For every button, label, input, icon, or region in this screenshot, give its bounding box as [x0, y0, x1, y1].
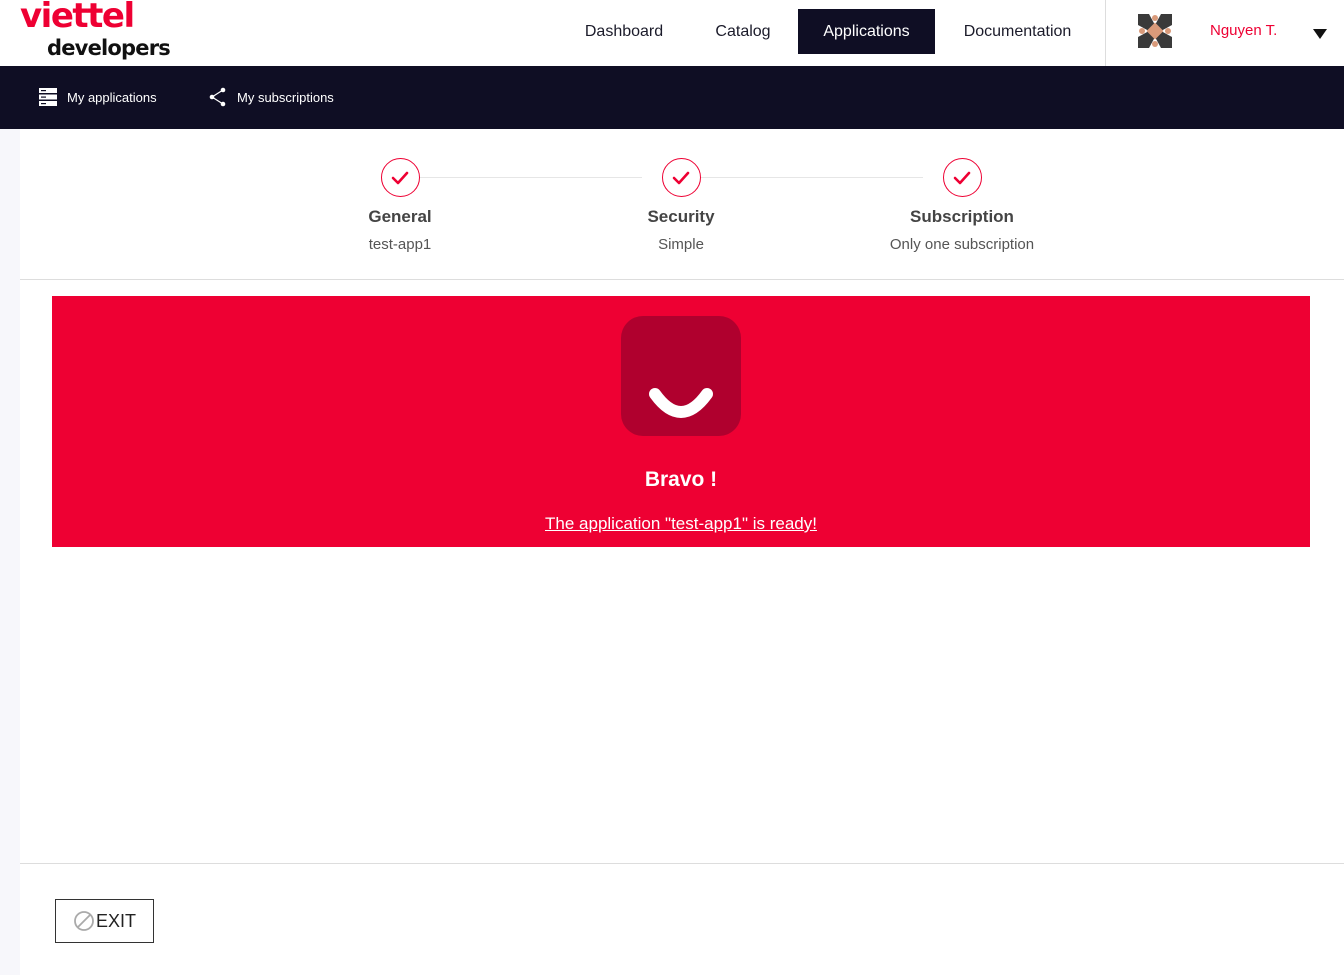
step-value: Simple [658, 236, 704, 253]
server-icon [39, 88, 57, 106]
step-check-icon [942, 158, 982, 197]
top-header: viettel developers Dashboard Catalog App… [0, 0, 1344, 66]
exit-label: EXIT [95, 910, 136, 931]
nav-applications[interactable]: Applications [798, 9, 935, 54]
nav-documentation[interactable]: Documentation [945, 9, 1090, 54]
subnav-my-applications-label: My applications [67, 89, 157, 105]
step-check-icon [380, 158, 420, 197]
subnav-my-applications[interactable]: My applications [38, 85, 157, 109]
caret-down-icon[interactable] [1313, 26, 1327, 39]
logo-brand-text: viettel [20, 0, 135, 36]
subnav-my-subscriptions-label: My subscriptions [237, 89, 334, 105]
stepper-divider [20, 279, 1344, 280]
share-icon [209, 87, 226, 107]
step-title: General [368, 207, 432, 226]
left-gutter [0, 129, 20, 975]
nav-catalog[interactable]: Catalog [688, 9, 798, 54]
progress-stepper: General test-app1 Security Simple Subscr… [20, 129, 1344, 279]
user-name[interactable]: Nguyen T. [1210, 22, 1277, 39]
user-avatar[interactable] [1138, 14, 1172, 48]
nav-divider [1105, 0, 1106, 66]
subnav-my-subscriptions[interactable]: My subscriptions [208, 85, 334, 109]
smile-icon [621, 316, 741, 436]
step-check-icon [661, 158, 701, 197]
nav-dashboard[interactable]: Dashboard [560, 9, 688, 54]
sub-nav: My applications My subscriptions [0, 66, 1344, 129]
step-value: Only one subscription [889, 236, 1035, 253]
step-title: Security [647, 207, 715, 226]
step-value: test-app1 [368, 236, 432, 253]
success-banner: Bravo ! The application "test-app1" is r… [52, 296, 1310, 547]
cancel-icon [74, 911, 94, 931]
step-security: Security Simple [561, 158, 801, 253]
viettel-logo[interactable]: viettel developers [20, 0, 180, 64]
step-general: General test-app1 [280, 158, 520, 253]
step-title: Subscription [910, 207, 1014, 226]
geometric-avatar-icon [1138, 14, 1172, 48]
step-subscription: Subscription Only one subscription [842, 158, 1082, 253]
exit-button[interactable]: EXIT [55, 899, 154, 943]
success-title: Bravo ! [644, 468, 718, 491]
logo-tagline-text: developers [47, 36, 171, 60]
application-ready-link[interactable]: The application "test-app1" is ready! [52, 514, 1310, 534]
footer-divider [20, 863, 1344, 864]
